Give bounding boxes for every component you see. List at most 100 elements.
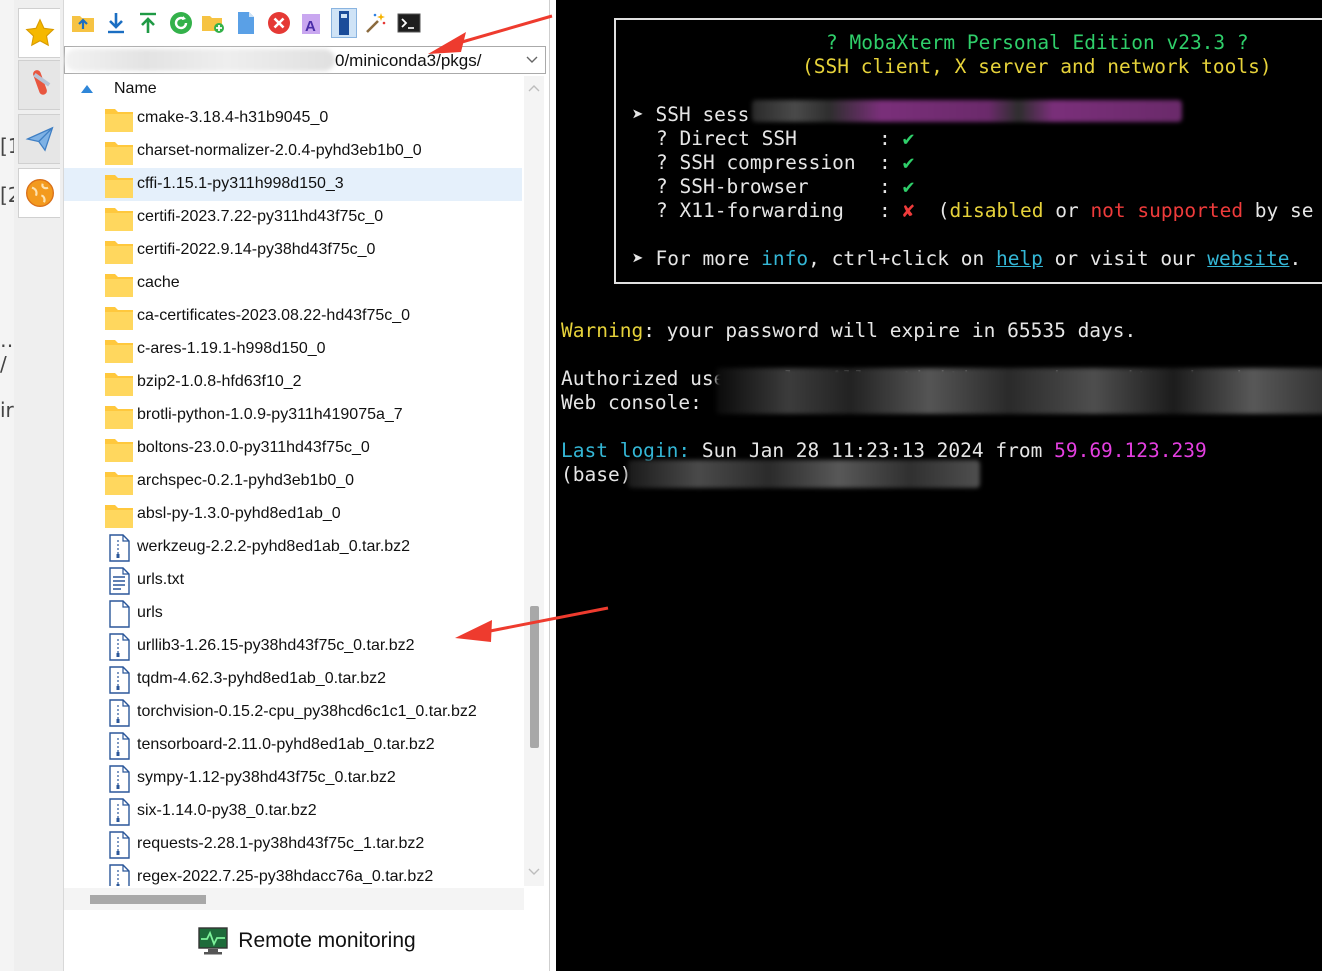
web-console-label: Web console: (561, 391, 702, 414)
magic-wand-icon (366, 13, 386, 33)
folder-icon (105, 208, 133, 231)
file-name: certifi-2023.7.22-py311hd43f75c_0 (137, 208, 384, 225)
file-row[interactable]: urllib3-1.26.15-py38hd43f75c_0.tar.bz2 (64, 630, 522, 663)
folder-row[interactable]: archspec-0.2.1-pyhd3eb1b0_0 (64, 465, 522, 498)
tab-macros[interactable] (18, 168, 60, 218)
send-icon (25, 126, 54, 152)
file-name: six-1.14.0-py38_0.tar.bz2 (137, 802, 317, 819)
remote-monitoring-button[interactable]: Remote monitoring (64, 910, 550, 971)
delete-icon (267, 12, 290, 34)
column-name-header[interactable]: Name (114, 80, 157, 98)
chevron-down-icon[interactable] (525, 52, 539, 66)
sort-ascending-icon[interactable] (80, 84, 94, 94)
folder-up-icon (72, 16, 94, 32)
folder-row[interactable]: certifi-2023.7.22-py311hd43f75c_0 (64, 201, 522, 234)
file-name: cache (137, 274, 180, 291)
terminal[interactable]: ? MobaXterm Personal Edition v23.3 ? (SS… (556, 0, 1322, 971)
info-link[interactable]: info (761, 247, 808, 270)
parent-folder-button[interactable] (70, 8, 96, 38)
delete-button[interactable] (266, 8, 292, 38)
archive-file-icon (109, 699, 130, 727)
folder-row[interactable]: cache (64, 267, 522, 300)
folder-row[interactable]: boltons-23.0.0-py311hd43f75c_0 (64, 432, 522, 465)
svg-text:A: A (305, 18, 316, 35)
window-edge: [1 [2 … / ir (0, 0, 21, 971)
file-row[interactable]: urls (64, 597, 522, 630)
scroll-up-icon[interactable] (528, 84, 540, 92)
scrollbar-thumb[interactable] (530, 606, 539, 748)
folder-icon (105, 406, 133, 429)
folder-row[interactable]: brotli-python-1.0.9-py311h419075a_7 (64, 399, 522, 432)
file-row[interactable]: regex-2022.7.25-py38hdacc76a_0.tar.bz2 (64, 861, 522, 886)
scrollbar-thumb[interactable] (90, 895, 206, 904)
file-row[interactable]: tqdm-4.62.3-pyhd8ed1ab_0.tar.bz2 (64, 663, 522, 696)
edge-glyph: / (0, 352, 7, 376)
folder-row[interactable]: c-ares-1.19.1-h998d150_0 (64, 333, 522, 366)
rename-button[interactable]: A (298, 8, 324, 38)
folder-row[interactable]: certifi-2022.9.14-py38hd43f75c_0 (64, 234, 522, 267)
folder-row[interactable]: cffi-1.15.1-py311h998d150_3 (64, 168, 522, 201)
file-name: boltons-23.0.0-py311hd43f75c_0 (137, 439, 370, 456)
sftp-toolbar: A (64, 0, 550, 46)
file-name: tensorboard-2.11.0-pyhd8ed1ab_0.tar.bz2 (137, 736, 435, 753)
file-row[interactable]: sympy-1.12-py38hd43f75c_0.tar.bz2 (64, 762, 522, 795)
folder-row[interactable]: absl-py-1.3.0-pyhd8ed1ab_0 (64, 498, 522, 531)
help-link[interactable]: help (996, 247, 1043, 270)
tab-sessions[interactable] (18, 8, 60, 58)
file-name: urls.txt (137, 571, 185, 588)
archive-file-icon (109, 633, 130, 661)
archive-file-icon (109, 732, 130, 760)
file-row[interactable]: urls.txt (64, 564, 522, 597)
download-icon (107, 13, 124, 34)
download-button[interactable] (103, 8, 129, 38)
tab-tools[interactable] (18, 60, 60, 110)
new-file-button[interactable] (233, 8, 259, 38)
horizontal-scrollbar[interactable] (64, 888, 524, 910)
folder-row[interactable]: charset-normalizer-2.0.4-pyhd3eb1b0_0 (64, 135, 522, 168)
ssh-session-line: ➤ SSH sess (632, 103, 750, 126)
path-input[interactable]: 0/miniconda3/pkgs/ (64, 46, 546, 74)
remote-monitoring-label: Remote monitoring (238, 928, 416, 952)
redacted-web-console (716, 368, 1322, 414)
shell-prompt[interactable]: (base) (561, 463, 631, 486)
password-warning: Warning: your password will expire in 65… (561, 319, 1137, 342)
file-row[interactable]: werkzeug-2.2.2-pyhd8ed1ab_0.tar.bz2 (64, 531, 522, 564)
folder-icon (105, 274, 133, 297)
tools-icon (32, 70, 50, 95)
file-name: brotli-python-1.0.9-py311h419075a_7 (137, 406, 403, 423)
open-terminal-button[interactable] (396, 8, 422, 38)
archive-file-icon (109, 534, 130, 562)
folder-row[interactable]: cmake-3.18.4-h31b9045_0 (64, 102, 522, 135)
vertical-scrollbar[interactable] (524, 76, 544, 886)
tab-sftp[interactable] (18, 114, 60, 164)
folder-row[interactable]: bzip2-1.0.8-hfd63f10_2 (64, 366, 522, 399)
magic-wand-button[interactable] (363, 8, 389, 38)
folder-icon (105, 340, 133, 363)
file-name: c-ares-1.19.1-h998d150_0 (137, 340, 326, 357)
path-text: 0/miniconda3/pkgs/ (335, 51, 482, 70)
file-row[interactable]: tensorboard-2.11.0-pyhd8ed1ab_0.tar.bz2 (64, 729, 522, 762)
upload-button[interactable] (135, 8, 161, 38)
terminal-icon (397, 13, 421, 33)
follow-terminal-toggle[interactable] (330, 8, 357, 38)
edge-glyph: ir (0, 398, 14, 422)
file-row[interactable]: six-1.14.0-py38_0.tar.bz2 (64, 795, 522, 828)
website-link[interactable]: website (1207, 247, 1289, 270)
blank-file-icon (109, 600, 130, 628)
ssh-compression-line: ? SSH compression : ✔ (656, 151, 915, 174)
redacted-prompt (628, 460, 980, 488)
banner-title: ? MobaXterm Personal Edition v23.3 ? (826, 31, 1249, 54)
file-row[interactable]: torchvision-0.15.2-cpu_py38hcd6c1c1_0.ta… (64, 696, 522, 729)
file-name: sympy-1.12-py38hd43f75c_0.tar.bz2 (137, 769, 396, 786)
file-row[interactable]: requests-2.28.1-py38hd43f75c_1.tar.bz2 (64, 828, 522, 861)
new-folder-icon (202, 16, 225, 33)
file-name: tqdm-4.62.3-pyhd8ed1ab_0.tar.bz2 (137, 670, 387, 687)
folder-icon (105, 439, 133, 462)
scroll-down-icon[interactable] (528, 868, 540, 876)
new-folder-button[interactable] (200, 8, 226, 38)
redacted-session (752, 100, 1182, 122)
follow-terminal-icon (338, 11, 349, 35)
refresh-button[interactable] (168, 8, 194, 38)
folder-row[interactable]: ca-certificates-2023.08.22-hd43f75c_0 (64, 300, 522, 333)
banner-subtitle: (SSH client, X server and network tools) (802, 55, 1272, 78)
